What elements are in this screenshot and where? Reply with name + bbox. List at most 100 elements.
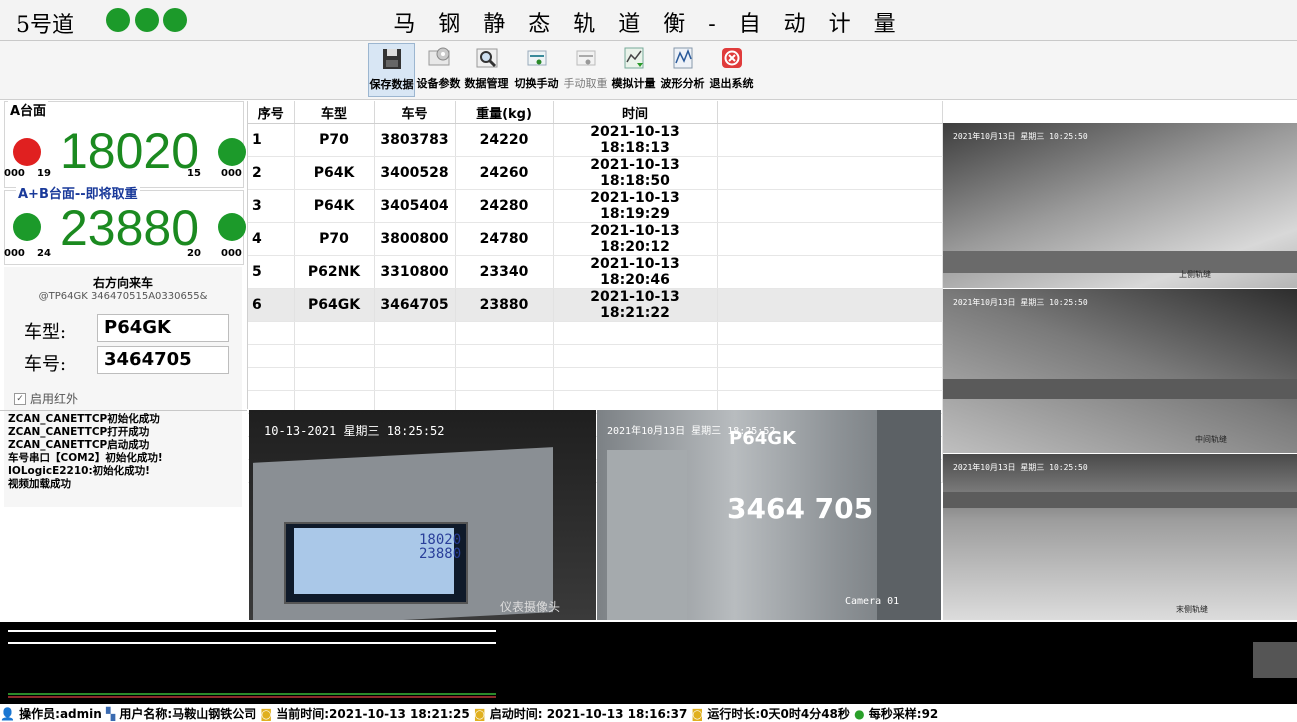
col-header-type[interactable]: 车型 — [294, 101, 375, 124]
cell-blank — [717, 255, 943, 289]
checkbox-check-icon: ✓ — [14, 392, 26, 405]
platform-a-right-sub: 15 — [187, 168, 201, 179]
waveform-analysis-button[interactable]: 波形分析 — [660, 43, 705, 95]
rail-cam4-timestamp: 2021年10月13日 星期三 10:25:50 — [953, 463, 1088, 472]
platform-a-weight: 18020 — [60, 123, 200, 179]
car-type-label: 车型: — [24, 322, 67, 343]
clock-icon: ◙ — [260, 707, 273, 721]
car-camera-view[interactable]: 2021年10月13日 星期三 18:25:52 P64GK 3464 705 … — [597, 410, 941, 620]
cell-index: 5 — [248, 255, 295, 289]
platform-ab-left-lamp — [13, 213, 41, 241]
log-panel: ZCAN_CANETTCP初始化成功 ZCAN_CANETTCP打开成功 ZCA… — [0, 410, 247, 618]
cell-time: 2021-10-13 18:19:29 — [553, 189, 718, 223]
sample-icon: ● — [854, 707, 865, 721]
magnifier-data-icon — [476, 48, 497, 68]
platform-ab-right-code: 000 — [221, 248, 242, 259]
rail-cam1-caption: 上侧轨缝 — [1179, 270, 1211, 279]
table-row[interactable]: 5 P62NK 3310800 23340 2021-10-13 18:20:46 — [248, 255, 943, 289]
table-row-selected[interactable]: 6 P64GK 3464705 23880 2021-10-13 18:21:22 — [248, 288, 943, 322]
col-header-number[interactable]: 车号 — [374, 101, 456, 124]
cell-blank — [717, 189, 943, 223]
table-row-empty — [248, 344, 943, 368]
col-header-blank — [717, 101, 943, 124]
platform-a-label: A台面 — [8, 100, 49, 119]
log-line: ZCAN_CANETTCP启动成功 — [8, 439, 150, 451]
cell-type: P62NK — [294, 255, 375, 289]
switch-manual-button[interactable]: 切换手动 — [514, 43, 559, 95]
meter-cam-caption: 仪表摄像头 — [500, 600, 561, 614]
table-row[interactable]: 2 P64K 3400528 24260 2021-10-13 18:18:50 — [248, 156, 943, 190]
cell-time: 2021-10-13 18:20:46 — [553, 255, 718, 289]
toolbar: 保存数据 设备参数 数据管理 切换手动 手动取重 模拟计量 波形分析 退出系统 — [0, 41, 1297, 100]
simulate-measure-button[interactable]: 模拟计量 — [611, 43, 656, 95]
platform-ab-right-sub: 20 — [187, 248, 201, 259]
save-data-button[interactable]: 保存数据 — [368, 43, 415, 97]
car-cam-label: Camera 01 — [845, 596, 900, 607]
car-plate-number: 3464 705 — [727, 492, 874, 525]
switch-manual-icon — [527, 50, 546, 66]
platform-ab-left-sub: 24 — [37, 248, 51, 259]
table-header-row: 序号 车型 车号 重量(kg) 时间 — [248, 101, 943, 124]
platform-a-right-lamp — [218, 138, 246, 166]
platform-ab-weight: 23880 — [60, 200, 200, 256]
rail-cam2-timestamp: 2021年10月13日 星期三 10:25:50 — [953, 298, 1088, 307]
table-row[interactable]: 3 P64K 3405404 24280 2021-10-13 18:19:29 — [248, 189, 943, 223]
cell-time: 2021-10-13 18:21:22 — [553, 288, 718, 322]
platform-a-left-sub: 19 — [37, 168, 51, 179]
car-number-field[interactable]: 3464705 — [97, 346, 229, 374]
cell-type: P64K — [294, 156, 375, 190]
infrared-checkbox[interactable]: ✓ 启用红外 — [14, 390, 78, 407]
cell-index: 2 — [248, 156, 295, 190]
platform-ab-left-code: 000 — [4, 248, 25, 259]
title-bar: 5号道 马 钢 静 态 轨 道 衡 - 自 动 计 量 — [0, 0, 1297, 41]
platform-a-left-code: 000 — [4, 168, 25, 179]
log-line: ZCAN_CANETTCP初始化成功 — [8, 413, 160, 425]
cell-type: P64K — [294, 189, 375, 223]
log-line: IOLogicE2210:初始化成功! — [8, 465, 150, 477]
cell-weight: 24280 — [455, 189, 554, 223]
waveform-area — [0, 622, 1297, 704]
exit-system-button[interactable]: 退出系统 — [709, 43, 754, 95]
col-header-time[interactable]: 时间 — [553, 101, 718, 124]
meter-cam-timestamp: 10-13-2021 星期三 18:25:52 — [264, 424, 445, 438]
cell-number: 3803783 — [374, 123, 456, 157]
waveform-line-4 — [8, 696, 496, 698]
table-row[interactable]: 1 P70 3803783 24220 2021-10-13 18:18:13 — [248, 123, 943, 157]
manual-weigh-icon — [576, 50, 595, 66]
cell-time: 2021-10-13 18:18:50 — [553, 156, 718, 190]
platform-a-left-lamp — [13, 138, 41, 166]
col-header-weight[interactable]: 重量(kg) — [455, 101, 554, 124]
exit-close-icon — [721, 48, 742, 68]
table-row-empty — [248, 367, 943, 391]
device-settings-icon — [428, 47, 449, 66]
rail-camera-2[interactable]: 2021年10月13日 星期三 10:25:50 中间轨缝 — [943, 289, 1297, 453]
waveform-line-3 — [8, 693, 496, 695]
cell-number: 3405404 — [374, 189, 456, 223]
table-row-empty — [248, 321, 943, 345]
table-row[interactable]: 4 P70 3800800 24780 2021-10-13 18:20:12 — [248, 222, 943, 256]
platform-a-right-code: 000 — [221, 168, 242, 179]
data-manage-button[interactable]: 数据管理 — [464, 43, 509, 95]
cell-index: 1 — [248, 123, 295, 157]
operator-icon: 👤 — [0, 707, 15, 721]
rail-camera-1[interactable]: 2021年10月13日 星期三 10:25:50 上侧轨缝 — [943, 123, 1297, 288]
rail-cam3-caption: 中间轨缝 — [1195, 435, 1227, 444]
manual-weigh-button[interactable]: 手动取重 — [563, 43, 608, 95]
rail-camera-3[interactable]: 2021年10月13日 星期三 10:25:50 末侧轨缝 — [943, 454, 1297, 620]
status-bar: 👤 操作员:admin ▚ 用户名称:马鞍山钢铁公司 ◙ 当前时间:2021-1… — [0, 705, 1297, 722]
cell-index: 6 — [248, 288, 295, 322]
cell-number: 3800800 — [374, 222, 456, 256]
cell-time: 2021-10-13 18:18:13 — [553, 123, 718, 157]
waveform-line-1 — [8, 630, 496, 632]
cell-weight: 23340 — [455, 255, 554, 289]
meter-camera-view[interactable]: 18020 23880 10-13-2021 星期三 18:25:52 仪表摄像… — [249, 410, 596, 620]
app-title: 马 钢 静 态 轨 道 衡 - 自 动 计 量 — [393, 12, 904, 37]
device-params-button[interactable]: 设备参数 — [416, 43, 461, 95]
status-start-time: 启动时间: 2021-10-13 18:16:37 — [489, 707, 688, 721]
status-current-time: 当前时间:2021-10-13 18:21:25 — [276, 707, 470, 721]
platform-ab-right-lamp — [218, 213, 246, 241]
car-number-label: 车号: — [24, 354, 67, 375]
col-header-index[interactable]: 序号 — [248, 101, 295, 124]
car-type-field[interactable]: P64GK — [97, 314, 229, 342]
status-operator: 操作员:admin — [19, 707, 102, 721]
